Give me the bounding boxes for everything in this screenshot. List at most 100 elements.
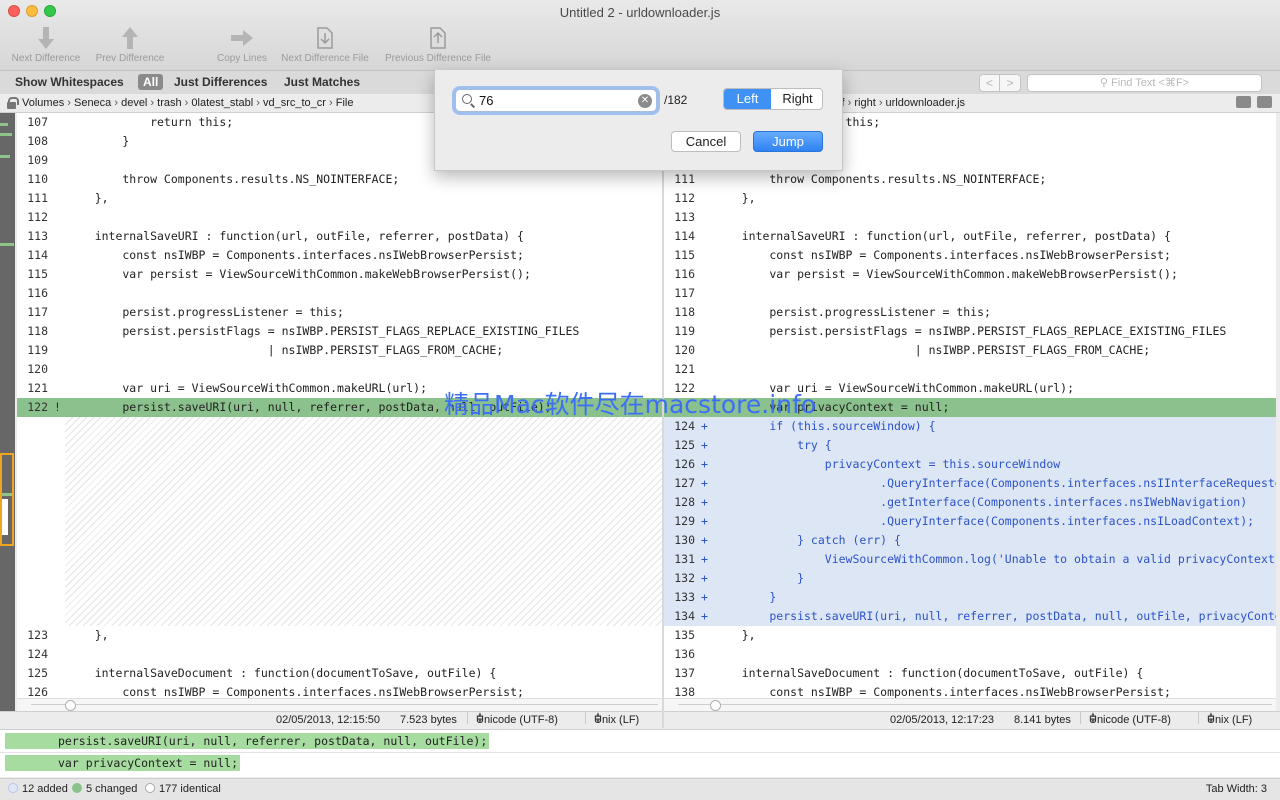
code-line[interactable]: 130 + } catch (err) { — [664, 531, 1276, 550]
just-matches-button[interactable]: Just Matches — [284, 75, 360, 89]
show-whitespaces-button[interactable]: Show Whitespaces — [15, 75, 124, 89]
overview-marker — [0, 123, 8, 126]
copy-lines-button[interactable]: Copy Lines — [214, 26, 270, 64]
code-line[interactable]: 118 persist.progressListener = this; — [664, 303, 1276, 322]
code-line[interactable]: 117 — [664, 284, 1276, 303]
find-text-input[interactable]: ⚲ Find Text <⌘F> — [1027, 74, 1262, 92]
code-line[interactable]: 114 internalSaveURI : function(url, outF… — [664, 227, 1276, 246]
tab-width-label[interactable]: Tab Width: 3 — [1206, 779, 1267, 799]
code-line[interactable]: 113 — [664, 208, 1276, 227]
breadcrumb-item[interactable]: Seneca — [74, 97, 111, 109]
code-line[interactable]: 127 + .QueryInterface(Components.interfac… — [664, 474, 1276, 493]
previous-difference-file-button[interactable]: Previous Difference File — [380, 26, 496, 64]
next-difference-label: Next Difference — [11, 53, 81, 64]
next-difference-button[interactable]: Next Difference — [8, 26, 84, 64]
code-line[interactable]: 133 + } — [664, 588, 1276, 607]
save-icon[interactable] — [1257, 96, 1272, 108]
compare-line-left: persist.saveURI(uri, null, referrer, pos… — [5, 733, 490, 749]
breadcrumb-item[interactable]: vd_src_to_cr — [263, 97, 326, 109]
code-line[interactable]: 125 internalSaveDocument : function(docu… — [17, 664, 662, 683]
code-text: persist.persistFlags = nsIWBP.PERSIST_FL… — [67, 324, 580, 338]
code-line[interactable]: 113 internalSaveURI : function(url, outF… — [17, 227, 662, 246]
code-line[interactable]: 115 const nsIWBP = Components.interfaces… — [664, 246, 1276, 265]
breadcrumb-item[interactable]: Volumes — [22, 97, 64, 109]
code-text: const nsIWBP = Components.interfaces.nsI… — [714, 685, 1171, 698]
code-line[interactable]: 111 }, — [17, 189, 662, 208]
code-line[interactable]: 126 const nsIWBP = Components.interfaces… — [17, 683, 662, 698]
code-text: internalSaveURI : function(url, outFile,… — [67, 229, 524, 243]
code-line[interactable]: 125 + try { — [664, 436, 1276, 455]
code-line[interactable]: 135 }, — [664, 626, 1276, 645]
code-line[interactable]: 138 const nsIWBP = Components.interfaces… — [664, 683, 1276, 698]
code-text: }, — [714, 191, 756, 205]
left-side-option[interactable]: Left — [724, 89, 771, 109]
code-line[interactable]: 120 — [17, 360, 662, 379]
next-difference-file-button[interactable]: Next Difference File — [277, 26, 373, 64]
code-line[interactable]: 126 + privacyContext = this.sourceWindow — [664, 455, 1276, 474]
breadcrumb-item[interactable]: right — [854, 97, 875, 109]
filter-all-button[interactable]: All — [138, 74, 164, 90]
jump-button[interactable]: Jump — [753, 131, 823, 152]
line-number: 112 — [27, 210, 48, 224]
cancel-button[interactable]: Cancel — [671, 131, 741, 152]
code-line[interactable]: 131 + ViewSourceWithCommon.log('Unable to… — [664, 550, 1276, 569]
changed-count-label: 5 changed — [86, 783, 138, 795]
code-line[interactable]: 134 + persist.saveURI(uri, null, referrer… — [664, 607, 1276, 626]
code-text: | nsIWBP.PERSIST_FLAGS_FROM_CACHE; — [714, 343, 1151, 357]
right-horizontal-scroller[interactable] — [664, 698, 1276, 711]
code-line[interactable]: 111 throw Components.results.NS_NOINTERF… — [664, 170, 1276, 189]
breadcrumb-item[interactable]: trash — [157, 97, 181, 109]
prev-difference-button[interactable]: Prev Difference — [91, 26, 169, 64]
code-line[interactable]: 119 | nsIWBP.PERSIST_FLAGS_FROM_CACHE; — [17, 341, 662, 360]
code-line[interactable]: 117 persist.progressListener = this; — [17, 303, 662, 322]
code-text: } — [714, 590, 777, 604]
code-line[interactable]: 128 + .getInterface(Components.interfaces… — [664, 493, 1276, 512]
overview-marker — [0, 155, 10, 158]
left-scroll-thumb[interactable] — [65, 700, 76, 711]
code-line[interactable]: 136 — [664, 645, 1276, 664]
code-line[interactable]: 118 persist.persistFlags = nsIWBP.PERSIS… — [17, 322, 662, 341]
line-number: 124 — [27, 647, 48, 661]
code-line[interactable]: 112 — [17, 208, 662, 227]
left-file-date: 02/05/2013, 12:15:50 — [276, 714, 380, 726]
clear-icon[interactable]: ✕ — [638, 94, 652, 108]
left-horizontal-scroller[interactable] — [17, 698, 662, 711]
code-line[interactable]: 115 var persist = ViewSourceWithCommon.m… — [17, 265, 662, 284]
just-differences-button[interactable]: Just Differences — [174, 75, 267, 89]
line-number: 117 — [674, 286, 695, 300]
changed-count: 5 changed — [72, 779, 137, 799]
breadcrumb-item[interactable]: File — [336, 97, 354, 109]
overview-viewport-indicator[interactable] — [0, 453, 14, 546]
code-text: ViewSourceWithCommon.log('Unable to obta… — [714, 552, 1276, 566]
prev-difference-label: Prev Difference — [95, 53, 165, 64]
line-number: 109 — [27, 153, 48, 167]
code-line[interactable]: 121 — [664, 360, 1276, 379]
code-line[interactable]: 123 }, — [17, 626, 662, 645]
code-line[interactable]: 114 const nsIWBP = Components.interfaces… — [17, 246, 662, 265]
code-line[interactable]: 132 + } — [664, 569, 1276, 588]
breadcrumb-item[interactable]: 0latest_stabl — [191, 97, 253, 109]
right-scroll-thumb[interactable] — [710, 700, 721, 711]
code-line[interactable]: 119 persist.persistFlags = nsIWBP.PERSIS… — [664, 322, 1276, 341]
folder-icon[interactable] — [1236, 96, 1251, 108]
code-line[interactable]: 116 var persist = ViewSourceWithCommon.m… — [664, 265, 1276, 284]
right-side-option[interactable]: Right — [772, 89, 822, 109]
code-line[interactable]: 116 — [17, 284, 662, 303]
lock-icon[interactable] — [7, 97, 19, 109]
diff-overview-bar[interactable] — [0, 113, 15, 728]
line-number: 111 — [27, 191, 48, 205]
find-prev-button[interactable]: < — [980, 75, 1000, 91]
code-line[interactable]: 137 internalSaveDocument : function(docu… — [664, 664, 1276, 683]
breadcrumb-item[interactable]: urldownloader.js — [886, 97, 966, 109]
line-number-input[interactable]: 76 ✕ — [455, 89, 657, 112]
breadcrumb-item[interactable]: devel — [121, 97, 147, 109]
line-number: 117 — [27, 305, 48, 319]
code-line[interactable]: 120 | nsIWBP.PERSIST_FLAGS_FROM_CACHE; — [664, 341, 1276, 360]
line-number: 130 — [674, 533, 695, 547]
code-line[interactable]: 112 }, — [664, 189, 1276, 208]
code-line[interactable]: 129 + .QueryInterface(Components.interfac… — [664, 512, 1276, 531]
code-line[interactable]: 124 — [17, 645, 662, 664]
code-line[interactable]: 110 throw Components.results.NS_NOINTERF… — [17, 170, 662, 189]
line-number: 110 — [27, 172, 48, 186]
find-next-button[interactable]: > — [1000, 75, 1020, 91]
